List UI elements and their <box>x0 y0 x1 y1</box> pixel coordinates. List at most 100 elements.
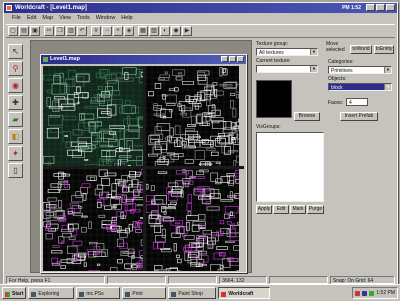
viewport-side-scrollbar[interactable] <box>239 169 244 271</box>
brush-outline <box>123 184 127 192</box>
brush-outline <box>58 236 65 244</box>
map-close-button[interactable] <box>237 56 244 62</box>
brush-outline <box>152 146 163 155</box>
ungroup-icon[interactable]: ▧ <box>149 26 159 36</box>
visgroup-apply-button[interactable]: Apply <box>256 205 272 214</box>
brush-outline <box>139 265 143 268</box>
clock: 1:52 PM <box>376 290 395 296</box>
task-worldcraft[interactable]: Worldcraft <box>218 287 271 299</box>
brush-outline <box>43 156 55 164</box>
carve-icon[interactable]: ◆ <box>171 26 181 36</box>
task-paint-shop[interactable]: Paint Shop <box>168 287 217 299</box>
visgroup-edit-button[interactable]: Edit <box>273 205 289 214</box>
categories-select[interactable]: Primitives ▼ <box>328 66 392 74</box>
menu-tools[interactable]: Tools <box>77 15 90 23</box>
to-world-button[interactable]: toWorld <box>350 45 372 54</box>
menu-window[interactable]: Window <box>96 15 116 23</box>
visgroups-list[interactable] <box>256 132 324 202</box>
menu-view[interactable]: View <box>59 15 71 23</box>
save-icon[interactable]: ▣ <box>30 26 40 36</box>
menu-edit[interactable]: Edit <box>27 15 36 23</box>
brush-outline <box>194 187 205 193</box>
brush-outline <box>45 212 54 216</box>
entity-tool-icon[interactable]: ✚ <box>8 95 23 110</box>
brush-outline <box>188 96 201 104</box>
paste-icon[interactable]: ▥ <box>66 26 76 36</box>
viewport-side[interactable] <box>146 169 244 271</box>
brush-outline <box>107 80 119 91</box>
brush-outline <box>207 245 212 249</box>
run-map-icon[interactable]: ▶ <box>182 26 192 36</box>
cut-icon[interactable]: ✂ <box>44 26 54 36</box>
brush-outline <box>154 270 159 271</box>
to-entity-button[interactable]: toEntity <box>374 45 394 54</box>
camera-tool-icon[interactable]: ◉ <box>8 78 23 93</box>
brush-outline <box>186 203 192 211</box>
status-selection <box>106 276 166 284</box>
task-exploring[interactable]: Exploring <box>28 287 75 299</box>
copy-icon[interactable]: ❐ <box>55 26 65 36</box>
viewport-top[interactable] <box>146 66 244 166</box>
grid-larger-icon[interactable]: + <box>113 26 123 36</box>
tray-icon-3[interactable] <box>369 290 375 296</box>
brush-outline <box>81 215 88 218</box>
texture-tool-icon[interactable]: ◧ <box>8 129 23 144</box>
brush-outline <box>52 245 60 248</box>
brush-outline <box>226 173 235 177</box>
task-mcpss[interactable]: mc.PSs <box>76 287 121 299</box>
brush-outline <box>214 89 218 98</box>
grid-icon[interactable]: # <box>91 26 101 36</box>
close-button[interactable] <box>386 4 395 11</box>
menu-help[interactable]: Help <box>121 15 132 23</box>
faces-spinner[interactable]: 4 <box>346 98 368 106</box>
viewport-grid <box>43 66 244 271</box>
brush-outline <box>136 156 143 166</box>
viewport-front[interactable] <box>43 169 143 271</box>
objects-select[interactable]: block ▼ <box>328 83 392 91</box>
task-print[interactable]: Print <box>122 287 167 299</box>
taskbar: Start Exploring mc.PSs Print Paint Shop … <box>0 284 400 301</box>
open-icon[interactable]: ▤ <box>19 26 29 36</box>
brush-outline <box>84 105 98 109</box>
menu-file[interactable]: File <box>12 15 21 23</box>
decal-tool-icon[interactable]: ✦ <box>8 146 23 161</box>
clip-tool-icon[interactable]: ▯ <box>8 163 23 178</box>
brush-outline <box>182 140 185 149</box>
brush-outline <box>194 104 199 110</box>
tray-icon-1[interactable] <box>355 290 361 296</box>
magnify-tool-icon[interactable]: ⚲ <box>8 61 23 76</box>
texture-lock-icon[interactable]: ◈ <box>124 26 134 36</box>
grid-smaller-icon[interactable]: − <box>102 26 112 36</box>
maximize-button[interactable] <box>376 4 385 11</box>
texture-group-select[interactable]: All textures ▼ <box>256 48 318 56</box>
group-icon[interactable]: ▦ <box>138 26 148 36</box>
visgroup-mark-button[interactable]: Mark <box>290 205 306 214</box>
brush-outline <box>118 159 121 166</box>
map-minimize-button[interactable] <box>221 56 228 62</box>
hide-icon[interactable]: ◐ <box>160 26 170 36</box>
tray-icon-2[interactable] <box>362 290 368 296</box>
viewport-3d[interactable] <box>43 66 143 166</box>
undo-icon[interactable]: ↶ <box>77 26 87 36</box>
brush-outline <box>156 123 171 131</box>
new-icon[interactable]: ▢ <box>8 26 18 36</box>
viewport-top-scrollbar[interactable] <box>239 66 244 166</box>
brush-outline <box>79 113 85 121</box>
browse-button[interactable]: Browse <box>294 112 320 121</box>
selection-tool-icon[interactable]: ↖ <box>8 44 23 59</box>
brush-outline <box>97 199 100 202</box>
block-tool-icon[interactable]: ▰ <box>8 112 23 127</box>
visgroup-purge-button[interactable]: Purge <box>307 205 324 214</box>
brush-outline <box>88 270 101 271</box>
brush-outline <box>135 171 142 176</box>
main-toolbar: ▢ ▤ ▣ ✂ ❐ ▥ ↶ # − + ◈ ▦ ▧ ◐ ◆ ▶ <box>6 24 395 38</box>
current-texture-select[interactable]: ▼ <box>256 65 318 73</box>
minimize-button[interactable] <box>366 4 375 11</box>
brush-outline <box>187 194 193 203</box>
insert-prefab-button[interactable]: Insert Prefab <box>340 112 378 121</box>
brush-outline <box>211 109 221 117</box>
menu-map[interactable]: Map <box>42 15 53 23</box>
brush-outline <box>127 115 131 125</box>
start-button[interactable]: Start <box>2 287 27 299</box>
map-maximize-button[interactable] <box>229 56 236 62</box>
